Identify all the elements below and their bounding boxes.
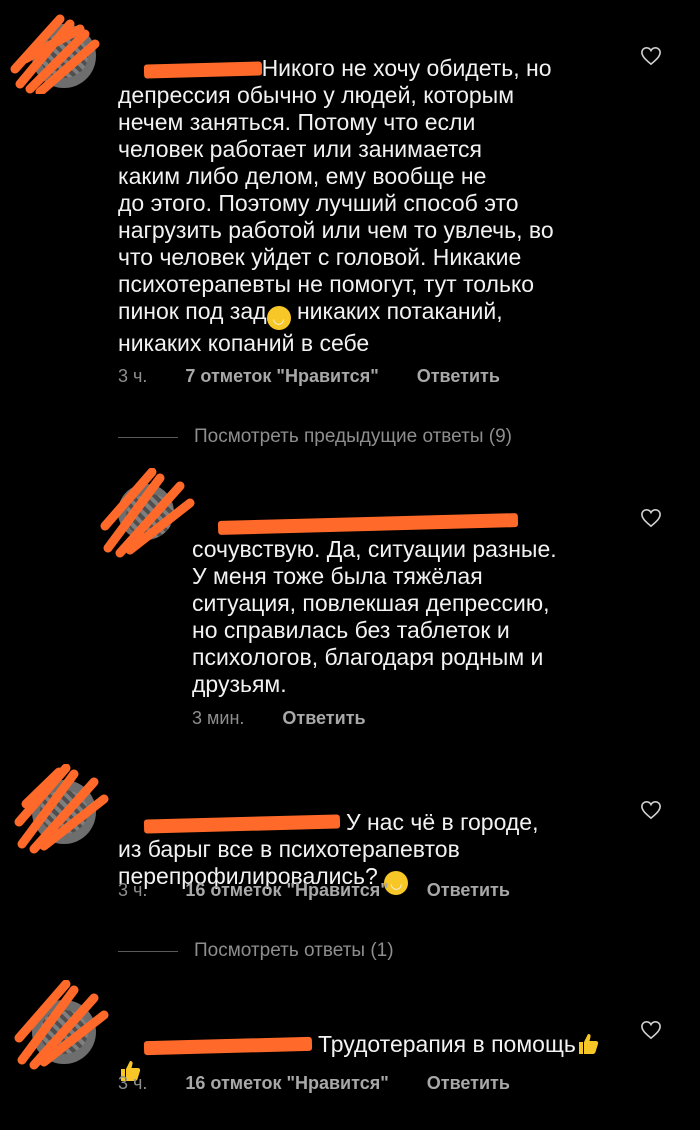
- comment-meta: 3 ч. 16 отметок "Нравится" Ответить: [118, 1073, 510, 1094]
- username-redaction: [217, 512, 518, 535]
- likes-count[interactable]: 16 отметок "Нравится": [185, 880, 388, 901]
- grinning-face-emoji-icon: ◡: [266, 306, 291, 330]
- view-replies-button[interactable]: Посмотреть ответы (1): [118, 940, 394, 962]
- username-redaction: [143, 1036, 312, 1056]
- divider-line: [118, 436, 178, 438]
- likes-count[interactable]: 16 отметок "Нравится": [185, 1073, 388, 1094]
- username-redaction: [143, 814, 340, 834]
- like-heart-icon[interactable]: [640, 1020, 662, 1040]
- like-heart-icon[interactable]: [640, 46, 662, 66]
- like-heart-icon[interactable]: [640, 800, 662, 820]
- comment-meta: 3 мин. Ответить: [192, 708, 366, 729]
- reply-button[interactable]: Ответить: [417, 366, 500, 387]
- avatar[interactable]: [32, 1000, 96, 1064]
- comment-time: 3 мин.: [192, 708, 245, 728]
- likes-count[interactable]: 7 отметок "Нравится": [185, 366, 378, 387]
- username-redaction: [143, 61, 262, 79]
- avatar[interactable]: [32, 24, 96, 88]
- like-heart-icon[interactable]: [640, 508, 662, 528]
- reply-button[interactable]: Ответить: [282, 708, 365, 729]
- avatar[interactable]: [32, 780, 96, 844]
- view-previous-replies-button[interactable]: Посмотреть предыдущие ответы (9): [118, 426, 512, 448]
- comment-meta: 3 ч. 7 отметок "Нравится" Ответить: [118, 366, 500, 387]
- comment-text: У нас чё в городе, из барыг все в психоте…: [118, 782, 618, 922]
- reply-button[interactable]: Ответить: [427, 1073, 510, 1094]
- comment-time: 3 ч.: [118, 1073, 148, 1093]
- avatar[interactable]: [118, 484, 174, 540]
- thumbs-up-emoji-icon: [578, 1034, 598, 1054]
- comment-meta: 3 ч. 16 отметок "Нравится" Ответить: [118, 880, 510, 901]
- comment-text: Никого не хочу обидеть, но депрессия обыч…: [118, 55, 554, 356]
- comment-text: сочувствую. Да, ситуации разные. У меня т…: [192, 482, 622, 725]
- reply-button[interactable]: Ответить: [427, 880, 510, 901]
- comment-time: 3 ч.: [118, 880, 148, 900]
- divider-line: [118, 950, 178, 952]
- comment-time: 3 ч.: [118, 366, 148, 386]
- comment-text: Трудотерапия в помощь: [118, 1004, 618, 1112]
